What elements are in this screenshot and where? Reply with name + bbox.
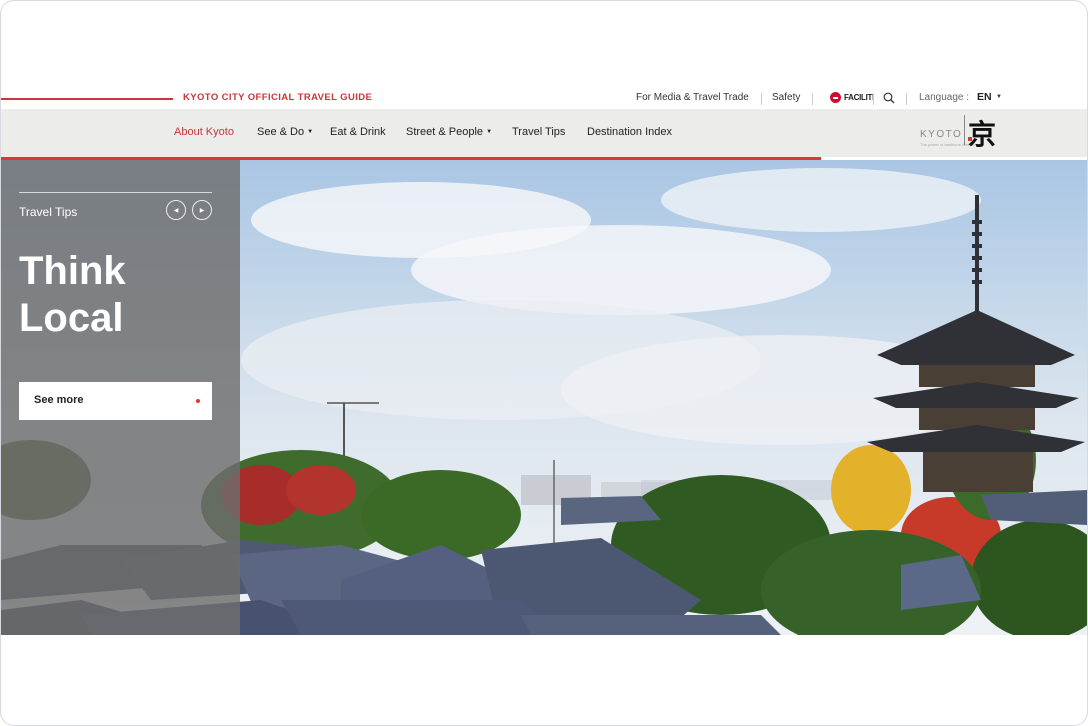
- headline-line-2: Local: [19, 296, 124, 340]
- panel-rule: [19, 192, 212, 193]
- divider: [873, 93, 874, 105]
- nav-label: About Kyoto: [174, 126, 234, 138]
- nav-item-eat-drink[interactable]: Eat & Drink: [330, 126, 386, 138]
- media-travel-trade-link[interactable]: For Media & Travel Trade: [636, 92, 749, 103]
- see-more-label: See more: [34, 394, 84, 406]
- kyoto-logo[interactable]: KYOTO The power of traditions lives on 京: [920, 113, 1000, 153]
- red-dot-icon: [196, 399, 200, 403]
- featured-panel: Travel Tips ◀ ▶ Think Local See more: [1, 160, 240, 635]
- chevron-down-icon: ▼: [307, 129, 314, 135]
- nav-item-about-kyoto[interactable]: About Kyoto: [174, 126, 234, 138]
- logo-red-mark: [968, 137, 972, 141]
- prev-slide-button[interactable]: ◀: [166, 200, 186, 220]
- divider: [812, 93, 813, 105]
- nav-item-travel-tips[interactable]: Travel Tips: [512, 126, 565, 138]
- search-icon[interactable]: [883, 92, 895, 104]
- safety-link[interactable]: Safety: [772, 92, 800, 103]
- divider: [761, 93, 762, 105]
- chevron-down-icon: ▼: [486, 129, 493, 135]
- nav-label: See & Do: [257, 126, 305, 138]
- nav-label: Eat & Drink: [330, 126, 386, 138]
- nav-label: Street & People: [406, 126, 484, 138]
- nav-item-see-do[interactable]: See & Do ▼: [257, 126, 313, 138]
- chevron-right-icon: ▶: [199, 207, 205, 214]
- see-more-button[interactable]: See more: [19, 382, 212, 420]
- faciliti-icon: [830, 92, 841, 103]
- faciliti-label: FACILITI: [844, 93, 875, 102]
- nav-item-destination-index[interactable]: Destination Index: [587, 126, 672, 138]
- guide-accent-line: [1, 98, 173, 100]
- logo-kanji: 京: [968, 118, 997, 151]
- faciliti-button[interactable]: FACILITI: [830, 92, 874, 103]
- language-selector[interactable]: EN: [977, 91, 992, 103]
- nav-label: Travel Tips: [512, 126, 566, 138]
- nav-label: Destination Index: [587, 126, 672, 138]
- divider: [906, 93, 907, 105]
- utility-bar: KYOTO CITY OFFICIAL TRAVEL GUIDE For Med…: [1, 87, 1087, 109]
- headline-line-1: Think: [19, 249, 126, 293]
- browser-frame: KYOTO CITY OFFICIAL TRAVEL GUIDE For Med…: [0, 0, 1088, 726]
- language-label: Language :: [919, 92, 970, 103]
- hero-headline: Think Local: [19, 248, 229, 342]
- chevron-down-icon[interactable]: ▼: [996, 94, 1002, 100]
- guide-title: KYOTO CITY OFFICIAL TRAVEL GUIDE: [183, 92, 373, 103]
- nav-item-street-people[interactable]: Street & People ▼: [406, 126, 492, 138]
- logo-wordmark: KYOTO: [920, 129, 963, 140]
- panel-category: Travel Tips: [19, 205, 78, 219]
- next-slide-button[interactable]: ▶: [192, 200, 212, 220]
- chevron-left-icon: ◀: [173, 207, 179, 214]
- logo-divider: [964, 115, 965, 145]
